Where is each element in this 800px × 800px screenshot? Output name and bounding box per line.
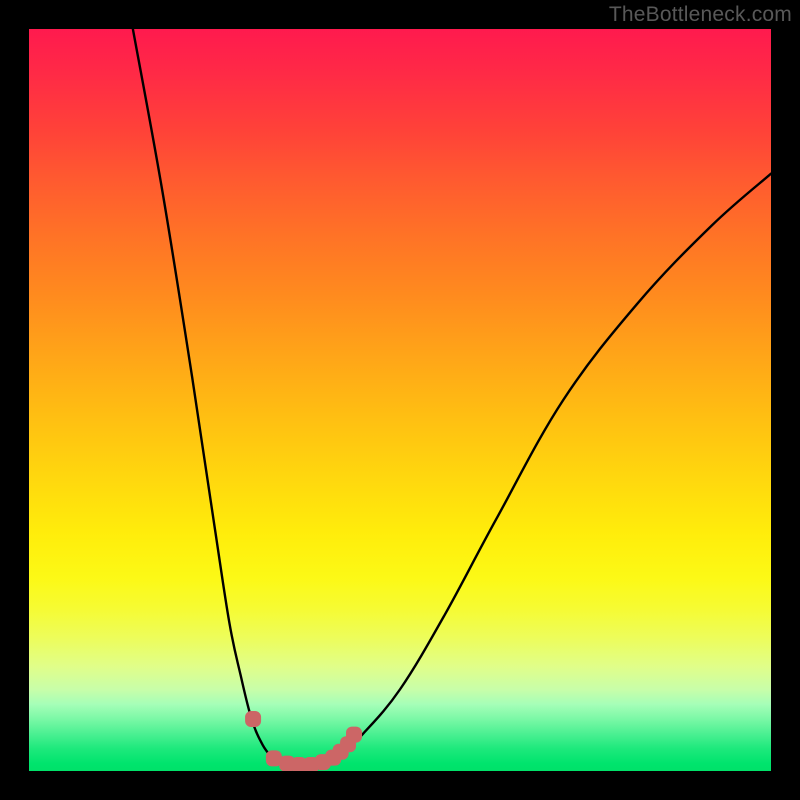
valley-marker bbox=[291, 757, 307, 771]
curve-layer bbox=[29, 29, 771, 771]
valley-marker bbox=[266, 750, 282, 766]
bottleneck-curve-path bbox=[133, 29, 771, 766]
v-curve bbox=[133, 29, 771, 766]
chart-frame: TheBottleneck.com bbox=[0, 0, 800, 800]
valley-marker bbox=[279, 756, 295, 771]
valley-marker bbox=[315, 754, 331, 770]
valley-marker bbox=[245, 711, 261, 727]
valley-marker bbox=[333, 744, 349, 760]
valley-marker bbox=[325, 750, 341, 766]
plot-area bbox=[29, 29, 771, 771]
valley-marker bbox=[346, 727, 362, 743]
valley-markers bbox=[245, 711, 362, 771]
valley-marker bbox=[303, 757, 319, 771]
watermark-text: TheBottleneck.com bbox=[609, 3, 792, 27]
valley-marker bbox=[340, 736, 356, 752]
